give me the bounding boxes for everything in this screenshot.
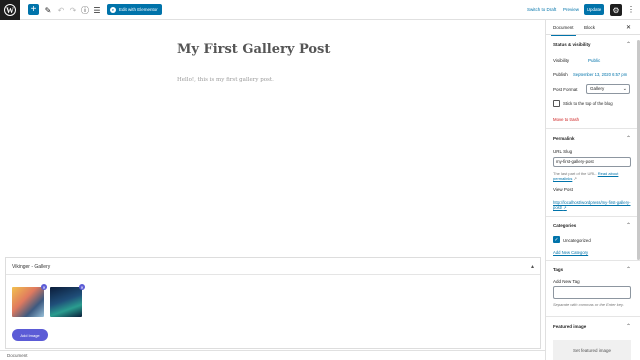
url-slug-label: URL Slug xyxy=(553,149,573,154)
add-new-category-link[interactable]: Add New Category xyxy=(553,250,588,255)
switch-to-draft-link[interactable]: Switch to Draft xyxy=(527,7,556,12)
update-button[interactable]: Update xyxy=(584,4,604,15)
panel-title: Tags xyxy=(553,267,564,272)
panel-categories[interactable]: Categories ⌃ xyxy=(546,221,640,231)
sidebar-tabs: Document Block ✕ xyxy=(546,20,640,36)
divider xyxy=(546,316,640,317)
more-options-icon[interactable]: ⋮ xyxy=(627,4,635,16)
gallery-title: Vikinger - Gallery xyxy=(12,264,51,270)
panel-tags[interactable]: Tags ⌃ xyxy=(546,265,640,275)
post-format-value: Gallery xyxy=(590,86,605,91)
external-link-icon: ↗ xyxy=(573,176,577,181)
set-featured-image-button[interactable]: Set featured image xyxy=(553,340,631,360)
remove-image-icon[interactable]: ✕ xyxy=(41,284,47,290)
pencil-icon[interactable]: ✎ xyxy=(43,5,53,15)
post-title[interactable]: My First Gallery Post xyxy=(177,42,330,57)
divider xyxy=(546,128,640,129)
remove-image-icon[interactable]: ✕ xyxy=(79,284,85,290)
add-image-button[interactable]: Add Image xyxy=(12,329,48,341)
panel-title: Permalink xyxy=(553,136,575,141)
close-icon[interactable]: ✕ xyxy=(626,24,631,31)
visibility-value[interactable]: Public xyxy=(588,58,600,63)
publish-label: Publish xyxy=(553,72,568,77)
chevron-down-icon: ⌄ xyxy=(622,86,627,92)
chevron-up-icon: ⌃ xyxy=(625,223,631,229)
panel-title: Categories xyxy=(553,223,577,228)
editor-toolbar: W + ✎ ↶ ↷ ⓘ ☰ e Edit with Elementor Swit… xyxy=(0,0,640,20)
tab-document[interactable]: Document xyxy=(551,25,575,36)
url-slug-input[interactable]: my-first-gallery-post xyxy=(553,157,631,167)
add-block-button[interactable]: + xyxy=(28,4,39,15)
elementor-icon: e xyxy=(110,6,116,13)
tag-help: Separate with commas or the Enter key. xyxy=(553,302,624,307)
sticky-label: Stick to the top of the blog xyxy=(563,101,613,106)
chevron-up-icon: ⌃ xyxy=(625,136,631,142)
settings-sidebar: Document Block ✕ Status & visibility ⌃ V… xyxy=(545,20,640,360)
panel-featured-image[interactable]: Featured image ⌃ xyxy=(546,322,640,332)
edit-with-elementor-button[interactable]: e Edit with Elementor xyxy=(107,4,162,15)
visibility-label: Visibility xyxy=(553,58,570,63)
panel-title: Status & visibility xyxy=(553,42,591,47)
collapse-icon[interactable]: ▴ xyxy=(531,263,534,270)
chevron-up-icon: ⌃ xyxy=(625,42,631,48)
gallery-block[interactable]: Vikinger - Gallery ▴ ✕ ✕ Add Image xyxy=(5,257,541,349)
post-format-label: Post Format xyxy=(553,87,578,92)
add-new-tag-label: Add New Tag xyxy=(553,279,580,284)
category-checkbox[interactable]: ✓ xyxy=(553,236,560,243)
view-post-label: View Post xyxy=(553,187,573,192)
wordpress-logo-icon[interactable]: W xyxy=(0,0,20,20)
divider xyxy=(546,216,640,217)
edit-with-elementor-label: Edit with Elementor xyxy=(119,7,158,12)
breadcrumb-document[interactable]: Document xyxy=(7,353,28,358)
divider xyxy=(546,260,640,261)
permalink-help: The last part of the URL. Read about per… xyxy=(553,171,633,181)
gallery-header: Vikinger - Gallery ▴ xyxy=(6,258,540,275)
settings-gear-icon[interactable]: ⚙ xyxy=(610,4,622,16)
gallery-thumbnail[interactable]: ✕ xyxy=(12,284,47,317)
info-icon[interactable]: ⓘ xyxy=(80,5,90,15)
redo-icon[interactable]: ↷ xyxy=(68,5,78,15)
panel-title: Featured image xyxy=(553,324,587,329)
view-post-link[interactable]: http://localhost/wordpress/my-first-gall… xyxy=(553,200,633,210)
preview-link[interactable]: Preview xyxy=(563,7,579,12)
external-link-icon: ↗ xyxy=(563,205,567,210)
chevron-up-icon: ⌃ xyxy=(625,267,631,273)
post-format-select[interactable]: Gallery ⌄ xyxy=(586,84,630,94)
gallery-thumbnail[interactable]: ✕ xyxy=(50,284,85,317)
panel-status-visibility[interactable]: Status & visibility ⌃ xyxy=(546,40,640,50)
chevron-up-icon: ⌃ xyxy=(625,324,631,330)
post-paragraph[interactable]: Hello!, this is my first gallery post. xyxy=(177,77,274,83)
tab-block[interactable]: Block xyxy=(584,25,595,30)
tag-input[interactable] xyxy=(553,286,631,299)
panel-permalink[interactable]: Permalink ⌃ xyxy=(546,134,640,144)
list-view-icon[interactable]: ☰ xyxy=(92,5,102,15)
sticky-checkbox[interactable] xyxy=(553,100,560,107)
category-label: Uncategorized xyxy=(563,238,591,243)
breadcrumb: Document xyxy=(0,350,545,360)
undo-icon[interactable]: ↶ xyxy=(56,5,66,15)
publish-date-value[interactable]: September 13, 2020 6:57 pm xyxy=(573,72,627,77)
move-to-trash-link[interactable]: Move to trash xyxy=(553,117,579,122)
